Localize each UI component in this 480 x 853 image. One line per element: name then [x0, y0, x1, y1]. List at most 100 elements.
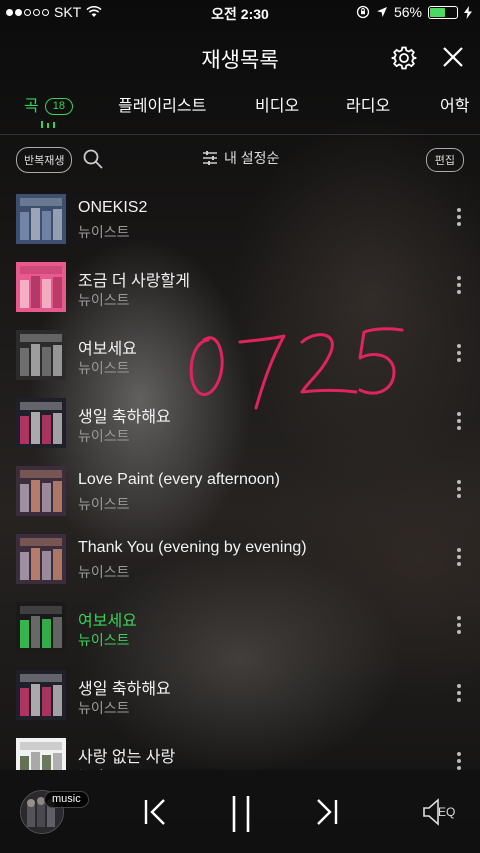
more-options-button[interactable]	[454, 684, 464, 706]
song-row[interactable]: 생일 축하해요뉴이스트	[0, 388, 480, 456]
more-options-button[interactable]	[454, 344, 464, 366]
category-tabs: 곡 18 플레이리스트 비디오 라디오 어학	[0, 86, 480, 130]
more-options-button[interactable]	[454, 276, 464, 298]
song-row[interactable]: Love Paint (every afternoon) 뉴이스트	[0, 456, 480, 524]
album-cover-image	[16, 262, 66, 312]
sort-button[interactable]: 내 설정순	[202, 148, 279, 168]
battery-icon	[428, 5, 458, 19]
tab-videos[interactable]: 비디오	[255, 92, 299, 116]
song-row[interactable]: 조금 더 사랑할게뉴이스트	[0, 252, 480, 320]
more-vertical-icon	[457, 548, 461, 552]
more-vertical-icon	[457, 412, 461, 416]
song-row[interactable]: 생일 축하해요뉴이스트	[0, 660, 480, 728]
more-vertical-icon	[457, 480, 461, 484]
gear-icon	[391, 46, 417, 70]
album-art	[16, 670, 66, 720]
location-arrow-icon	[376, 7, 387, 17]
tab-radio[interactable]: 라디오	[346, 92, 390, 116]
song-title: 여보세요	[78, 613, 137, 630]
song-artist: 뉴이스트	[78, 292, 130, 308]
song-row[interactable]: 사랑 없는 사랑뉴이스트	[0, 728, 480, 770]
song-artist: 뉴이스트	[78, 496, 130, 512]
song-artist: 뉴이스트	[78, 632, 130, 648]
album-art	[16, 194, 66, 244]
more-options-button[interactable]	[454, 480, 464, 502]
more-vertical-icon	[457, 752, 461, 756]
song-title: ONEKIS2	[78, 199, 148, 216]
search-button[interactable]	[82, 148, 104, 170]
repeat-button[interactable]: 반복재생	[16, 147, 73, 173]
song-title: 사랑 없는 사랑	[78, 749, 176, 766]
tab-label: 곡	[24, 98, 39, 115]
edit-button[interactable]: 편집	[425, 148, 464, 172]
settings-button[interactable]	[390, 44, 418, 72]
close-button[interactable]	[440, 44, 466, 70]
album-cover-image	[16, 534, 66, 584]
album-art	[16, 466, 66, 516]
next-icon	[317, 799, 338, 825]
eq-button[interactable]: EQ	[422, 798, 462, 826]
song-title: 생일 축하해요	[78, 409, 171, 426]
song-row[interactable]: ONEKIS2 뉴이스트	[0, 184, 480, 252]
more-options-button[interactable]	[454, 208, 464, 230]
more-vertical-icon	[457, 344, 461, 348]
more-options-button[interactable]	[454, 412, 464, 434]
header: 재생목록	[0, 40, 480, 76]
song-title: Thank You (evening by evening)	[78, 539, 307, 556]
song-title: 생일 축하해요	[78, 681, 171, 698]
more-vertical-icon	[457, 208, 461, 212]
song-count-badge: 18	[44, 98, 73, 115]
album-art	[16, 534, 66, 584]
song-title: Love Paint (every afternoon)	[78, 471, 280, 488]
sort-label: 내 설정순	[224, 150, 280, 166]
previous-button[interactable]	[140, 794, 170, 830]
more-options-button[interactable]	[454, 548, 464, 570]
more-options-button[interactable]	[454, 616, 464, 638]
tab-songs[interactable]: 곡 18	[24, 92, 73, 116]
song-artist: 뉴이스트	[78, 700, 130, 716]
equalizer-icon	[41, 121, 55, 128]
album-cover-image	[16, 466, 66, 516]
song-row[interactable]: Thank You (evening by evening) 뉴이스트	[0, 524, 480, 592]
sliders-icon	[203, 151, 217, 165]
song-list[interactable]: ONEKIS2 뉴이스트 조금 더 사랑할게 뉴이스트 여보세요 뉴이스트 생일 축하해요 뉴…	[0, 184, 480, 770]
more-vertical-icon	[457, 276, 461, 280]
song-artist: 뉴이스트	[78, 224, 130, 240]
pause-icon	[232, 796, 250, 832]
status-right: 56%	[356, 4, 472, 20]
pause-button[interactable]	[226, 794, 256, 832]
battery-fill	[430, 7, 445, 17]
song-row[interactable]: 여보세요 뉴이스트	[0, 320, 480, 388]
album-cover-image	[16, 602, 66, 652]
album-cover-image	[16, 398, 66, 448]
status-bar: SKT 오전 2:30 56%	[0, 0, 480, 24]
more-vertical-icon	[457, 684, 461, 688]
album-cover-image	[16, 670, 66, 720]
album-art	[16, 330, 66, 380]
list-toolbar: 반복재생 내 설정순 편집	[0, 140, 480, 178]
more-vertical-icon	[457, 616, 461, 620]
song-artist: 뉴이스트	[78, 428, 130, 444]
music-tag: music	[44, 791, 89, 808]
song-row[interactable]: 여보세요뉴이스트	[0, 592, 480, 660]
charging-icon	[464, 5, 472, 19]
battery-percent: 56%	[393, 4, 422, 20]
album-cover-image	[16, 738, 66, 770]
album-art	[16, 262, 66, 312]
tabs-divider	[0, 134, 480, 135]
eq-label: EQ	[438, 805, 456, 819]
song-title: 조금 더 사랑할게	[78, 273, 190, 290]
search-icon	[83, 149, 103, 169]
song-title: 여보세요	[78, 341, 137, 358]
tab-playlists[interactable]: 플레이리스트	[118, 92, 206, 116]
song-artist: 뉴이스트	[78, 564, 130, 580]
album-art	[16, 602, 66, 652]
mini-player: music EQ	[0, 770, 480, 853]
album-art	[16, 738, 66, 770]
previous-icon	[144, 799, 165, 825]
tab-language[interactable]: 어학	[440, 92, 469, 116]
more-options-button[interactable]	[454, 752, 464, 770]
close-icon	[443, 47, 463, 67]
next-button[interactable]	[312, 794, 342, 830]
album-cover-image	[16, 194, 66, 244]
